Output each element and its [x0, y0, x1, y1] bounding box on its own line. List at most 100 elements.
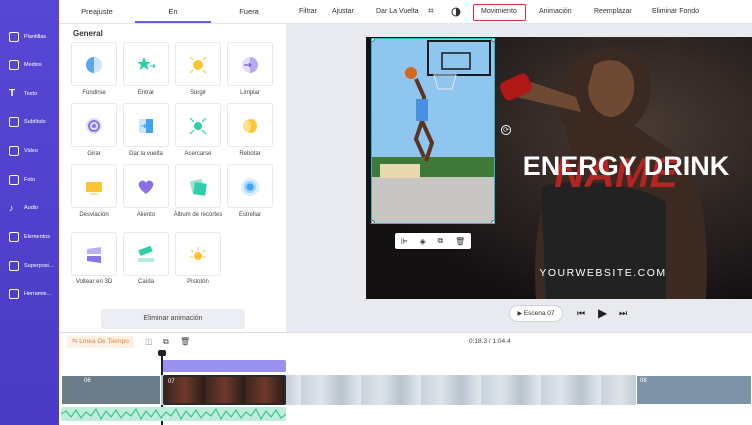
sidebar-item-medios[interactable]: Medios [0, 54, 59, 76]
motion-button[interactable]: Movimiento [481, 0, 517, 24]
effect-aliento[interactable] [123, 164, 169, 208]
effect-rebotar[interactable] [227, 103, 273, 147]
split-icon[interactable]: ◫ [145, 337, 153, 346]
effect-acercarse[interactable] [175, 103, 221, 147]
sidebar-item-label: Medios [24, 62, 42, 68]
duplicate-icon[interactable]: ⧉ [438, 236, 444, 246]
selected-overlay[interactable] [371, 38, 495, 224]
remove-animation-button[interactable]: Eliminar animación [101, 309, 245, 329]
color-icon[interactable] [451, 0, 461, 24]
crop-icon[interactable]: ⌗ [428, 0, 434, 24]
sidebar-item-elementos[interactable]: Elementos [0, 226, 59, 248]
playhead-knob[interactable] [158, 350, 166, 356]
previous-icon[interactable]: ⏮ [577, 308, 585, 319]
trash-icon[interactable]: 🗑 [455, 237, 465, 246]
effect-estrellar[interactable] [227, 164, 273, 208]
delete-icon[interactable]: 🗑 [180, 337, 190, 346]
filter-button[interactable]: Filtrar [299, 0, 317, 24]
waveform [61, 407, 286, 421]
sidebar-item-label: Texto [24, 91, 38, 97]
replace-button[interactable]: Reemplazar [594, 0, 632, 24]
star-enter-icon [137, 57, 156, 70]
clip-previous[interactable]: 06 [61, 375, 161, 405]
resize-handle[interactable] [372, 220, 375, 223]
flip-button[interactable]: Dar La Vuelta [376, 0, 419, 24]
tab-preajuste[interactable]: Preajuste [59, 0, 135, 23]
media-icon [9, 60, 19, 70]
resize-handle[interactable] [491, 39, 494, 42]
tools-icon [9, 289, 19, 299]
tab-en[interactable]: En [135, 0, 211, 23]
sidebar-item-plantillas[interactable]: Plantillas [0, 26, 59, 48]
effect-girar[interactable] [71, 103, 117, 147]
remove-background-button[interactable]: Eliminar Fondo [652, 0, 699, 24]
clip-next[interactable]: 08 [636, 375, 752, 405]
clip-number: 08 [640, 378, 647, 384]
play-icon[interactable]: ▶ [598, 306, 607, 320]
audio-track[interactable] [61, 407, 286, 421]
bounce-icon [243, 119, 257, 133]
align-icon[interactable]: ⊫ [401, 237, 408, 246]
clip-number: 06 [84, 378, 91, 384]
sidebar-item-subtitulo[interactable]: Subtítulo [0, 111, 59, 133]
sidebar-item-texto[interactable]: T Texto [0, 83, 59, 105]
video-icon [9, 146, 19, 156]
effect-entrar[interactable] [123, 42, 169, 86]
overlay-clip[interactable] [162, 360, 286, 372]
template-icon [9, 32, 19, 42]
pop-icon [189, 56, 207, 74]
flip-icon [139, 119, 153, 133]
sidebar-item-label: Video [24, 148, 38, 154]
piston-icon [190, 247, 206, 260]
time-readout: 0:18.3 / 1:04.4 [469, 338, 511, 345]
website-text: YOURWEBSITE.COM [539, 267, 666, 279]
headline-text: ENERGY DRINK [523, 151, 730, 181]
tab-fuera[interactable]: Fuera [211, 0, 287, 23]
element-mini-toolbar: ⊫ ◈ ⧉ 🗑 [395, 233, 471, 249]
sidebar-item-herramientas[interactable]: Herramie... [0, 283, 59, 305]
fade-icon [86, 57, 102, 73]
sidebar-item-label: Plantillas [24, 34, 47, 40]
effect-surgir[interactable] [175, 42, 221, 86]
effect-voltear-en-3d[interactable] [71, 232, 117, 276]
sidebar-item-video[interactable]: Video [0, 140, 59, 162]
wipe-icon [242, 57, 258, 73]
resize-handle[interactable] [491, 220, 494, 223]
sidebar-item-superposiciones[interactable]: Superposi... [0, 255, 59, 277]
effect-pistoton[interactable] [175, 232, 221, 276]
sidebar-item-audio[interactable]: ♪ Audio [0, 197, 59, 219]
effect-album-de-recortes[interactable] [175, 164, 221, 208]
sidebar-item-foto[interactable]: Foto [0, 169, 59, 191]
elements-icon [9, 232, 19, 242]
clip-selected[interactable]: 07 [163, 375, 286, 405]
effect-label: Pistotón [187, 279, 209, 285]
section-title: General [73, 29, 103, 38]
drift-icon [86, 182, 102, 195]
layers-icon[interactable]: ◈ [420, 237, 426, 246]
overlay-icon [9, 261, 19, 271]
copy-icon[interactable]: ⧉ [163, 337, 169, 347]
adjust-button[interactable]: Ajustar [332, 0, 354, 24]
scene-label: Escena 07 [523, 310, 555, 317]
photo-icon [9, 175, 19, 185]
scene-selector[interactable]: ▶ Escena 07 [509, 305, 563, 322]
next-icon[interactable]: ⏭ [619, 308, 627, 319]
effect-caida[interactable] [123, 232, 169, 276]
left-sidebar: Plantillas Medios T Texto Subtítulo Video… [0, 0, 59, 425]
subtitle-icon [9, 117, 19, 127]
effect-fundirse[interactable] [71, 42, 117, 86]
scrapbook-icon [189, 178, 207, 196]
crash-icon [241, 178, 259, 196]
animation-button[interactable]: Animación [539, 0, 572, 24]
rotate-icon[interactable]: ⟳ [501, 125, 511, 135]
timeline-label: Línea De Tiempo [79, 338, 129, 345]
rotate-icon [86, 118, 102, 134]
clip-number: 07 [168, 379, 175, 385]
effect-limpiar[interactable] [227, 42, 273, 86]
timeline-toggle[interactable]: ⇆ Línea De Tiempo [67, 336, 134, 348]
effect-desviacion[interactable] [71, 164, 117, 208]
fall-icon [138, 245, 154, 262]
zoom-in-icon [189, 117, 207, 135]
basketball-photo [372, 39, 494, 223]
effect-dar-la-vuelta[interactable] [123, 103, 169, 147]
